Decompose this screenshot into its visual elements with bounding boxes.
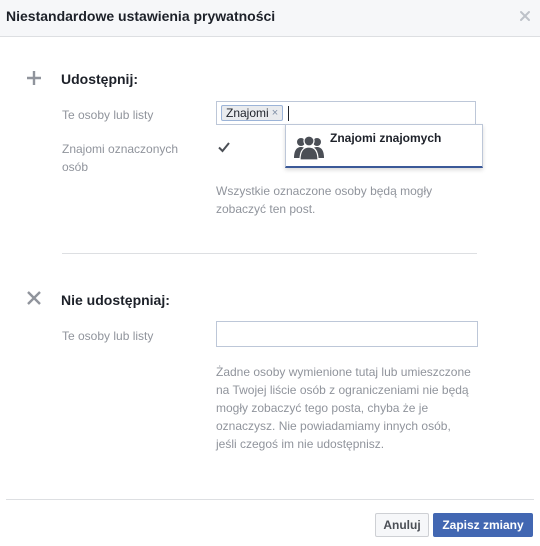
dont-share-heading: Nie udostępniaj: xyxy=(61,292,170,308)
people-group-icon xyxy=(294,135,324,160)
dont-share-people-input[interactable] xyxy=(216,321,478,347)
dialog-title: Niestandardowe ustawienia prywatności xyxy=(6,8,276,24)
tagged-friends-checkbox[interactable] xyxy=(217,140,231,154)
cancel-button[interactable]: Anuluj xyxy=(375,513,429,537)
token-label: Znajomi xyxy=(226,106,269,120)
tagged-friends-label-line2: osób xyxy=(62,160,89,174)
share-help-line: zobaczyć ten post. xyxy=(216,202,316,216)
dialog-header: Niestandardowe ustawienia prywatności xyxy=(0,0,540,37)
dont-share-help-line: oznaczysz. Nie powiadamiamy innych osób, xyxy=(216,419,451,433)
dont-share-help-text: Żadne osoby wymienione tutaj lub umieszc… xyxy=(216,363,471,453)
share-help-text: Wszystkie oznaczone osoby będą mogły zob… xyxy=(216,182,432,218)
typeahead-item-label: Znajomi znajomych xyxy=(330,131,442,145)
custom-privacy-dialog: Niestandardowe ustawienia prywatności Ud… xyxy=(0,0,540,546)
share-people-label: Te osoby lub listy xyxy=(62,108,154,122)
share-heading: Udostępnij: xyxy=(61,71,138,87)
plus-icon xyxy=(27,71,41,85)
typeahead-dropdown: Znajomi znajomych xyxy=(285,124,483,168)
typeahead-item-friends-of-friends[interactable]: Znajomi znajomych xyxy=(286,125,482,167)
section-divider xyxy=(62,253,477,254)
dont-share-help-line: na Twojej liście osób z ograniczeniami n… xyxy=(216,383,469,397)
save-changes-button[interactable]: Zapisz zmiany xyxy=(433,513,533,537)
tagged-friends-label-line1: Znajomi oznaczonych xyxy=(62,142,179,156)
footer-divider xyxy=(6,499,534,500)
close-icon[interactable] xyxy=(518,9,532,23)
x-icon xyxy=(27,291,41,305)
token-friends: Znajomi × xyxy=(221,105,284,121)
share-people-input[interactable]: Znajomi × xyxy=(216,101,476,125)
share-help-line: Wszystkie oznaczone osoby będą mogły xyxy=(216,184,433,198)
text-caret xyxy=(288,106,289,121)
dont-share-help-line: Żadne osoby wymienione tutaj lub umieszc… xyxy=(216,365,471,379)
dont-share-people-label: Te osoby lub listy xyxy=(62,329,154,343)
token-remove-icon[interactable]: × xyxy=(272,105,278,121)
dont-share-help-line: jeśli czegoś im nie udostępnisz. xyxy=(216,437,385,451)
tagged-friends-label: Znajomi oznaczonych osób xyxy=(62,140,178,176)
dont-share-help-line: mogły zobaczyć tego posta, chyba że je xyxy=(216,401,429,415)
